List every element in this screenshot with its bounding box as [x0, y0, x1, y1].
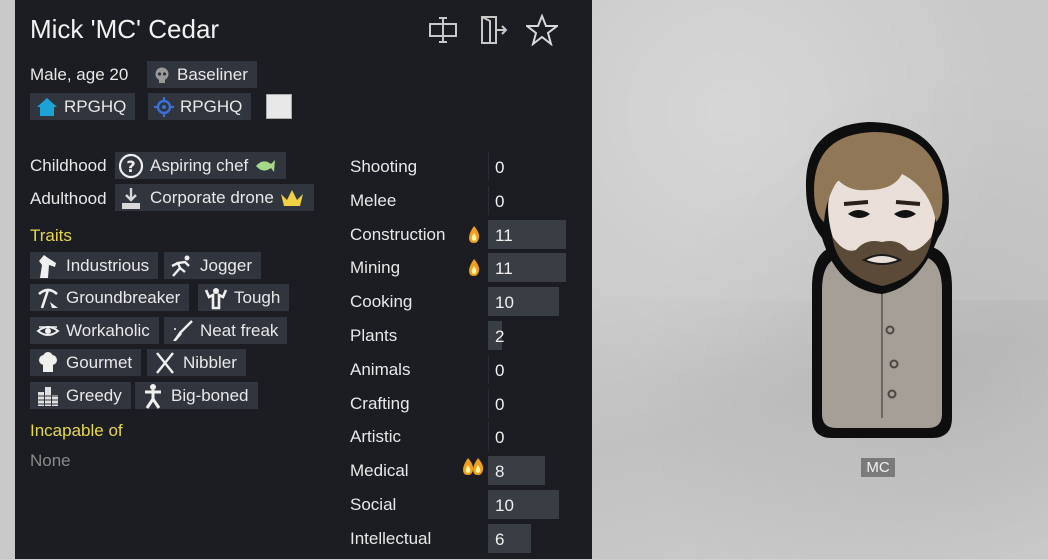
skull-icon: [155, 67, 169, 83]
trait-chip[interactable]: Groundbreaker: [30, 284, 190, 311]
skill-name: Crafting: [350, 393, 410, 413]
faction-chip[interactable]: RPGHQ: [30, 93, 136, 120]
skill-level-bar[interactable]: [488, 422, 489, 452]
ideo-chip[interactable]: RPGHQ: [148, 93, 252, 120]
trait-chip[interactable]: Neat freak: [164, 317, 288, 344]
trait-label: Big-boned: [171, 385, 249, 405]
trait-label: Neat freak: [200, 320, 279, 340]
passion-minor-flame-icon: [469, 259, 480, 277]
svg-text:?: ?: [126, 157, 135, 176]
horse-icon: [39, 254, 56, 278]
skill-level-value: 0: [495, 158, 505, 177]
skill-name: Animals: [350, 359, 411, 379]
adulthood-value: Corporate drone: [150, 187, 274, 207]
strongman-icon: [204, 287, 228, 309]
incapable-value: None: [30, 451, 71, 470]
coin-stacks-icon: [38, 386, 58, 406]
skill-level-value: 8: [495, 462, 505, 482]
skill-name: Melee: [350, 190, 397, 210]
xenotype-chip[interactable]: Baseliner: [147, 61, 257, 88]
tired-eye-icon: [36, 325, 60, 336]
skill-level-value: 10: [495, 293, 514, 313]
fork-knife-icon: [156, 351, 174, 374]
fish-icon: [256, 159, 276, 172]
skill-level-value: 0: [495, 428, 505, 448]
favorite-star-icon[interactable]: [526, 14, 558, 46]
big-bones-icon: [145, 383, 161, 409]
skill-name: Artistic: [350, 427, 401, 447]
xenotype-label: Baseliner: [177, 64, 248, 84]
skill-name: Mining: [350, 258, 401, 278]
trait-label: Gourmet: [66, 352, 133, 372]
skill-name: Plants: [350, 326, 398, 345]
skill-level-bar[interactable]: [488, 388, 489, 418]
sex-age-label: Male, age 20: [30, 65, 129, 84]
question-mark-icon: ?: [118, 153, 144, 178]
trait-chip[interactable]: Industrious: [30, 252, 159, 279]
adulthood-label: Adulthood: [30, 189, 107, 208]
trait-label: Industrious: [66, 255, 150, 275]
trait-label: Nibbler: [183, 352, 237, 372]
trait-label: Tough: [234, 287, 281, 307]
house-icon: [37, 97, 57, 116]
trait-label: Greedy: [66, 385, 122, 405]
drone-download-icon: [122, 187, 140, 209]
pawn-map-label[interactable]: MC: [861, 458, 895, 477]
pawn-name: Mick 'MC' Cedar: [30, 14, 220, 44]
skill-level-value: 11: [495, 225, 513, 245]
passion-minor-flame-icon: [469, 225, 480, 243]
ideo-label: RPGHQ: [180, 96, 243, 116]
crown-icon: [280, 189, 303, 206]
skill-level-value: 10: [495, 496, 514, 515]
childhood-label: Childhood: [30, 156, 107, 175]
banish-icon[interactable]: [477, 14, 509, 46]
trait-chip[interactable]: Nibbler: [147, 349, 246, 376]
style-color-swatch[interactable]: [266, 94, 292, 119]
skill-name: Social: [350, 495, 397, 514]
skill-level-value: 0: [495, 394, 505, 414]
skill-name: Cooking: [350, 292, 413, 312]
trait-chip[interactable]: Gourmet: [30, 349, 142, 376]
trait-chip[interactable]: Workaholic: [30, 317, 159, 344]
skill-name: Medical: [350, 461, 409, 481]
map-edge: [0, 0, 15, 559]
pawn-portrait[interactable]: [798, 118, 966, 440]
skill-level-bar[interactable]: [488, 152, 489, 181]
skill-name: Shooting: [350, 157, 418, 176]
skill-level-value: 2: [495, 327, 505, 346]
skill-level-value: 11: [495, 259, 513, 279]
trait-chip[interactable]: Tough: [198, 284, 290, 311]
childhood-value: Aspiring chef: [150, 155, 249, 175]
chef-hat-icon: [39, 351, 57, 372]
skill-level-value: 0: [495, 360, 505, 380]
faction-label: RPGHQ: [64, 96, 127, 116]
trait-chip[interactable]: Big-boned: [135, 382, 258, 409]
skill-level-bar[interactable]: [488, 354, 489, 384]
trait-chip[interactable]: Jogger: [164, 252, 261, 279]
pickaxe-icon: [38, 288, 58, 308]
runner-icon: [171, 255, 190, 277]
childhood-chip[interactable]: ? Aspiring chef: [115, 152, 287, 179]
skill-level-bar[interactable]: [488, 185, 489, 215]
rename-icon[interactable]: [427, 14, 459, 46]
trait-label: Groundbreaker: [66, 287, 181, 307]
traits-title: Traits: [30, 226, 72, 245]
adulthood-chip[interactable]: Corporate drone: [115, 184, 314, 211]
trait-chip[interactable]: Greedy: [30, 382, 131, 409]
skill-level-value: 6: [495, 529, 505, 549]
passion-major-flame-icon: [463, 458, 484, 476]
character-panel: Mick 'MC' Cedar Male, age 20 Baseliner R…: [15, 0, 592, 559]
skill-name: Intellectual: [350, 528, 432, 548]
skill-level-value: 0: [495, 191, 505, 211]
trait-label: Workaholic: [66, 320, 150, 340]
trait-label: Jogger: [200, 255, 252, 275]
skill-name: Construction: [350, 224, 446, 244]
incapable-title: Incapable of: [30, 421, 123, 440]
broom-icon: [173, 319, 193, 341]
ideo-gear-icon: [154, 96, 174, 117]
